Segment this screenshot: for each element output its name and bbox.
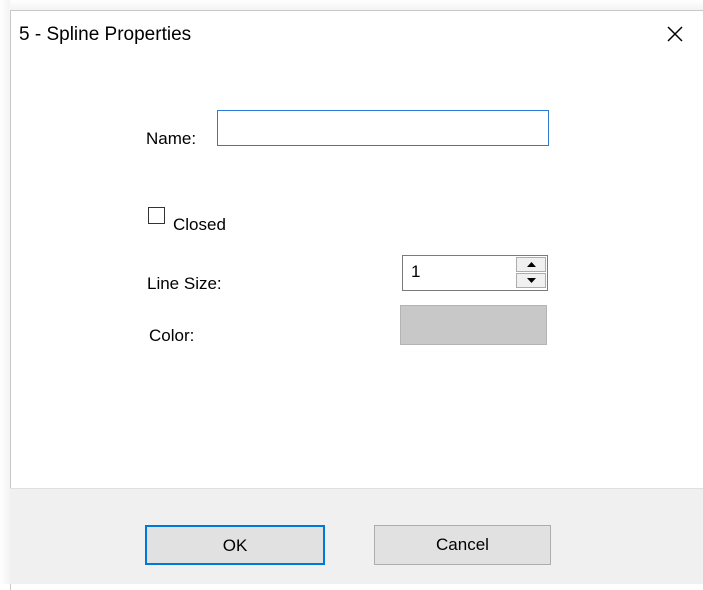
color-picker-swatch[interactable] (400, 305, 547, 345)
line-size-stepper[interactable]: 1 (402, 255, 548, 291)
dialog-footer (10, 488, 703, 584)
name-input[interactable] (217, 110, 549, 146)
line-size-label: Line Size: (147, 274, 222, 293)
name-label: Name: (146, 129, 197, 148)
ok-button[interactable]: OK (145, 525, 325, 565)
closed-checkbox[interactable] (148, 207, 165, 224)
dialog-title: 5 - Spline Properties (19, 24, 192, 45)
window-shadow-top (0, 0, 703, 10)
line-size-value[interactable]: 1 (411, 262, 420, 282)
cancel-button[interactable]: Cancel (374, 525, 551, 565)
spin-up-button[interactable] (516, 257, 546, 272)
close-button[interactable] (661, 20, 691, 50)
closed-label[interactable]: Closed (173, 214, 226, 236)
arrow-up-icon (527, 262, 536, 267)
spin-down-button[interactable] (516, 273, 546, 288)
arrow-down-icon (527, 278, 536, 283)
close-icon (667, 26, 683, 42)
color-label: Color: (149, 326, 195, 345)
window-shadow-left (0, 0, 10, 584)
